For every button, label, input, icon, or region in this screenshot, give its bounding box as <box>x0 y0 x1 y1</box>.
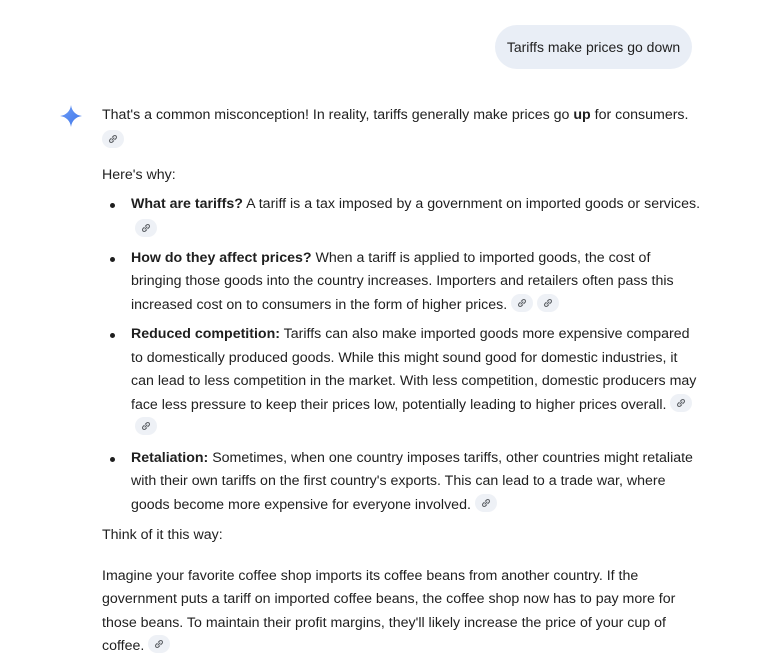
list-item: What are tariffs? A tariff is a tax impo… <box>102 193 702 241</box>
bullet-title: Reduced competition: <box>131 326 280 342</box>
bullet-title: What are tariffs? <box>131 196 243 212</box>
response-intro: That's a common misconception! In realit… <box>102 104 702 152</box>
bullet-title: How do they affect prices? <box>131 249 312 266</box>
response-analogy: Imagine your favorite coffee shop import… <box>102 567 676 655</box>
list-item: How do they affect prices? When a tariff… <box>102 247 702 318</box>
citation-link-icon[interactable] <box>537 293 560 312</box>
citation-link-icon[interactable] <box>511 293 534 312</box>
bullet-text: Sometimes, when one country imposes tari… <box>131 449 693 513</box>
gemini-spark-icon <box>60 105 82 127</box>
bullet-text: A tariff is a tax imposed by a governmen… <box>242 196 701 212</box>
list-item: Reduced competition: Tariffs can also ma… <box>102 323 702 441</box>
list-item: Retaliation: Sometimes, when one country… <box>102 447 702 518</box>
citation-link-icon[interactable] <box>102 129 124 148</box>
user-message-bubble: Tariffs make prices go down <box>495 25 692 69</box>
response-why-heading: Here's why: <box>102 166 176 183</box>
response-think-heading: Think of it this way: <box>102 527 223 543</box>
citation-link-icon[interactable] <box>670 393 693 412</box>
user-message-text: Tariffs make prices go down <box>506 39 681 55</box>
citation-link-icon[interactable] <box>474 493 497 512</box>
citation-link-icon[interactable] <box>148 635 171 653</box>
citation-link-icon[interactable] <box>135 218 157 237</box>
intro-emphasis: up <box>573 107 591 123</box>
bullet-title: Retaliation: <box>131 449 209 466</box>
citation-link-icon[interactable] <box>135 417 157 435</box>
assistant-response: That's a common misconception! In realit… <box>102 104 702 659</box>
response-bullet-list: What are tariffs? A tariff is a tax impo… <box>102 193 702 517</box>
